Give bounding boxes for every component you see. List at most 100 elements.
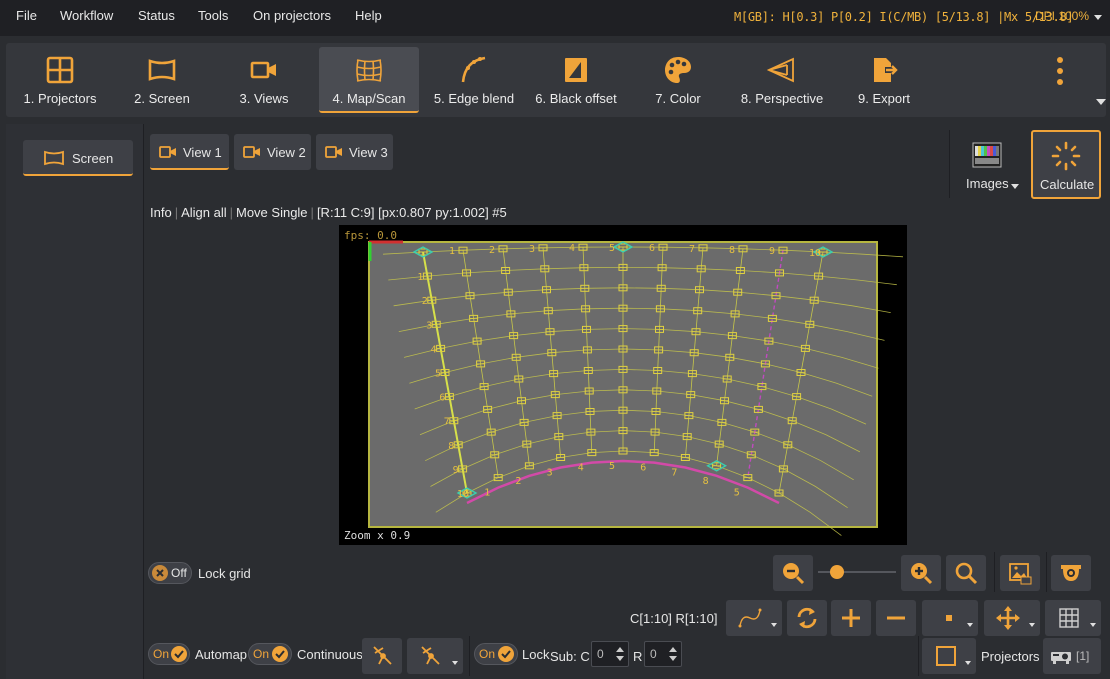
perspective-icon — [767, 57, 794, 83]
view-tab-label: View 1 — [183, 145, 222, 160]
add-point-button[interactable] — [831, 600, 871, 636]
tool-projectors[interactable]: 1. Projectors — [10, 47, 110, 113]
plus-icon — [842, 609, 860, 627]
divider — [949, 130, 950, 198]
tool-color[interactable]: 7. Color — [630, 47, 726, 113]
tool-views[interactable]: 3. Views — [216, 47, 312, 113]
bottom-label: 2 — [515, 476, 521, 487]
curve-mode-button[interactable] — [726, 600, 782, 636]
zoom-readout: Zoom x 0.9 — [344, 529, 411, 542]
grid-icon — [1059, 608, 1079, 628]
zoom-slider-handle[interactable] — [830, 565, 844, 579]
images-button[interactable]: Images — [958, 136, 1024, 196]
sub-r-spinbox[interactable]: 0 — [644, 641, 682, 667]
projector-icon — [1051, 652, 1071, 664]
tool-screen[interactable]: 2. Screen — [114, 47, 210, 113]
square-icon — [936, 646, 956, 666]
tab-view-1[interactable]: View 1 — [150, 134, 229, 170]
move-single-tab[interactable]: Move Single — [236, 205, 308, 220]
toggle-state: On — [253, 647, 270, 661]
chevron-down-icon — [1011, 184, 1019, 189]
automap-toggle[interactable]: On — [148, 643, 190, 665]
align-all-tab[interactable]: Align all — [181, 205, 227, 220]
dpi-selector[interactable]: DPI 100% — [1035, 9, 1089, 23]
info-bar: Info | Align all | Move Single | [R:11 C:9] [p… — [150, 205, 507, 220]
camera-capture-button[interactable] — [1051, 555, 1091, 591]
increment-icon[interactable] — [616, 647, 624, 652]
increment-icon[interactable] — [669, 647, 677, 652]
sub-r-value: 0 — [650, 647, 657, 661]
column-label: 6 — [649, 243, 655, 254]
row-label: 2 — [422, 296, 428, 307]
row-label: 5 — [435, 369, 441, 380]
edge-blend-curve-icon — [461, 56, 486, 83]
column-label: 2 — [489, 245, 495, 256]
tab-view-2[interactable]: View 2 — [234, 134, 311, 170]
decrement-icon[interactable] — [669, 656, 677, 661]
workflow-toolbar: 1. Projectors 2. Screen 3. Views 4. Map/… — [6, 43, 1106, 117]
tool-edge-blend[interactable]: 5. Edge blend — [426, 47, 522, 113]
curve-icon — [738, 608, 762, 628]
sub-r-label: R — [633, 649, 643, 664]
bottom-label: 6 — [640, 463, 646, 474]
map-viewport[interactable]: 1 2 3 4 5 6 7 8 9 10 1 2 3 4 5 6 7 8 9 10 1 2 3 4 5 6 7 8 5 fps: 0.0… — [339, 225, 907, 545]
zoom-out-icon — [783, 563, 805, 585]
auto-align-button[interactable] — [362, 638, 402, 674]
tool-label: 3. Views — [239, 91, 289, 106]
row-label: 4 — [431, 344, 437, 355]
lock-label: Lock — [522, 647, 550, 662]
grid-density-button[interactable] — [1045, 600, 1101, 636]
zoom-fit-button[interactable] — [946, 555, 986, 591]
projector-select-button[interactable] — [922, 638, 976, 674]
decrement-icon[interactable] — [616, 656, 624, 661]
remove-point-button[interactable] — [876, 600, 916, 636]
projectors-label: Projectors — [981, 649, 1040, 664]
continuous-label: Continuous — [297, 647, 363, 662]
zoom-out-button[interactable] — [773, 555, 813, 591]
menu-on-projectors[interactable]: On projectors — [253, 8, 331, 23]
auto-align-options-button[interactable] — [407, 638, 463, 674]
toggle-state: Off — [171, 566, 187, 580]
column-label: 9 — [769, 246, 775, 257]
info-tab[interactable]: Info — [150, 205, 172, 220]
row-label: 8 — [448, 441, 454, 452]
tool-map-scan[interactable]: 4. Map/Scan — [319, 47, 419, 113]
dpi-caret-icon[interactable] — [1094, 15, 1102, 20]
row-label: 1 — [417, 272, 423, 283]
menu-status[interactable]: Status — [138, 8, 175, 23]
view-tab-label: View 2 — [267, 145, 306, 160]
menu-file[interactable]: File — [16, 8, 37, 23]
move-mode-button[interactable] — [984, 600, 1040, 636]
view-tab-label: View 3 — [349, 145, 388, 160]
screen-button[interactable]: Screen — [23, 140, 133, 176]
projectors-button[interactable]: [1] — [1043, 638, 1101, 674]
lock-grid-toggle[interactable]: Off — [148, 562, 192, 584]
chevron-down-icon — [1090, 623, 1096, 627]
continuous-toggle[interactable]: On — [248, 643, 292, 665]
sub-c-spinbox[interactable]: 0 — [591, 641, 629, 667]
tab-view-3[interactable]: View 3 — [316, 134, 393, 170]
menu-tools[interactable]: Tools — [198, 8, 228, 23]
background-image-button[interactable] — [1000, 555, 1040, 591]
camera-icon — [159, 146, 176, 158]
menu-help[interactable]: Help — [355, 8, 382, 23]
more-vertical-icon[interactable] — [1050, 55, 1070, 89]
screen-icon — [44, 150, 64, 166]
left-panel: Screen — [6, 124, 144, 679]
lock-toggle[interactable]: On — [474, 643, 518, 665]
bottom-label: 5 — [734, 488, 740, 499]
grid-canvas[interactable]: 1 2 3 4 5 6 7 8 9 10 1 2 3 4 5 6 7 8 9 10 1 2 3 4 5 6 7 8 5 — [339, 225, 907, 545]
calculate-button[interactable]: Calculate — [1031, 130, 1101, 199]
tool-label: 2. Screen — [134, 91, 190, 106]
tool-label: 8. Perspective — [740, 91, 824, 106]
menu-workflow[interactable]: Workflow — [60, 8, 113, 23]
camera-icon — [325, 146, 342, 158]
tool-export[interactable]: 9. Export — [836, 47, 932, 113]
row-label: 3 — [426, 320, 432, 331]
refresh-button[interactable] — [787, 600, 827, 636]
zoom-in-button[interactable] — [901, 555, 941, 591]
toolbar-scroll-down-icon[interactable] — [1096, 99, 1106, 105]
tool-black-offset[interactable]: 6. Black offset — [528, 47, 624, 113]
tool-perspective[interactable]: 8. Perspective — [732, 47, 832, 113]
point-size-button[interactable] — [922, 600, 978, 636]
